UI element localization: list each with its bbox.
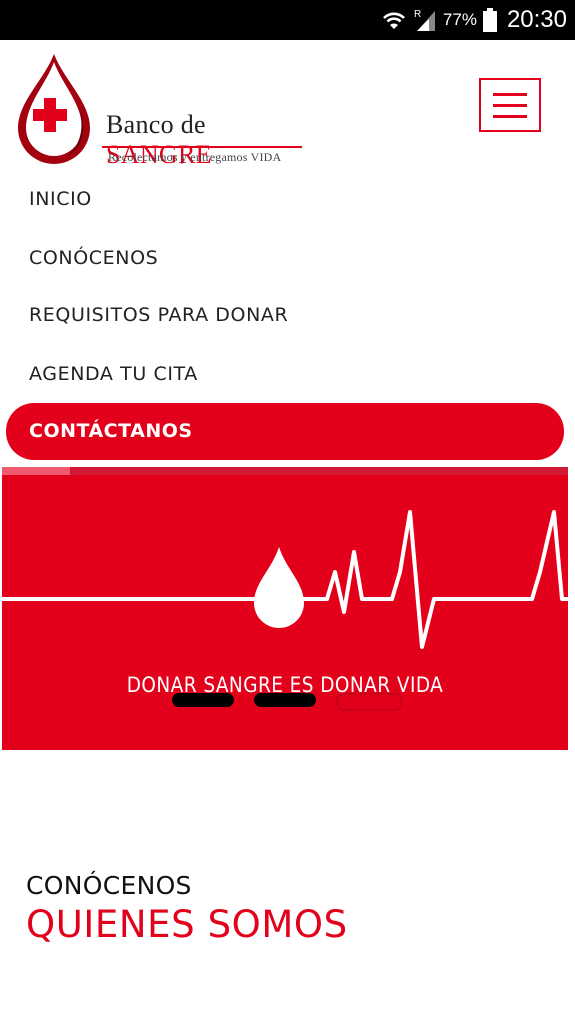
slider-dot-1[interactable] — [172, 693, 234, 707]
clock: 20:30 — [506, 6, 567, 33]
hamburger-icon — [493, 92, 527, 96]
slider-progress-track — [2, 467, 568, 475]
slider-dot-2[interactable] — [254, 693, 316, 707]
nav-item-contactanos-label: CONTÁCTANOS — [29, 420, 193, 442]
section-title: QUIENES SOMOS — [26, 903, 348, 946]
site-header: Banco de SANGRE Recolectamos y entregamo… — [0, 40, 575, 170]
battery-icon — [482, 8, 497, 32]
nav-item-agenda[interactable]: AGENDA TU CITA — [29, 363, 198, 385]
nav-item-conocenos[interactable]: CONÓCENOS — [29, 247, 158, 269]
hamburger-icon-line — [493, 114, 527, 118]
nav-item-inicio[interactable]: INICIO — [29, 188, 92, 210]
status-icons: R 77% 20:30 — [381, 0, 567, 40]
slider-progress-fill — [2, 467, 70, 475]
slider-dot-3[interactable] — [336, 693, 402, 711]
hero-slider[interactable]: DONAR SANGRE ES DONAR VIDA — [2, 467, 568, 750]
blood-drop-icon — [254, 547, 304, 628]
site-logo[interactable]: Banco de SANGRE Recolectamos y entregamo… — [14, 52, 304, 169]
blood-drop-logo-icon — [18, 54, 90, 164]
section-kicker: CONÓCENOS — [26, 871, 192, 900]
heartbeat-drop-graphic — [2, 510, 568, 649]
signal-icon: R — [414, 9, 435, 31]
wifi-icon — [382, 12, 405, 29]
nav-item-contactanos[interactable]: CONTÁCTANOS — [6, 403, 564, 460]
brand-divider — [102, 146, 302, 148]
hamburger-icon-line — [493, 103, 527, 107]
brand-tagline: Recolectamos y entregamos VIDA — [108, 150, 282, 164]
brand-prefix: Banco de — [106, 110, 206, 139]
slider-pagination — [172, 693, 402, 711]
battery-percent: 77% — [442, 10, 477, 29]
hamburger-menu-button[interactable] — [479, 78, 541, 132]
status-bar: R 77% 20:30 — [0, 0, 575, 40]
signal-roaming-label: R — [414, 9, 421, 20]
nav-item-requisitos[interactable]: REQUISITOS PARA DONAR — [29, 304, 288, 326]
